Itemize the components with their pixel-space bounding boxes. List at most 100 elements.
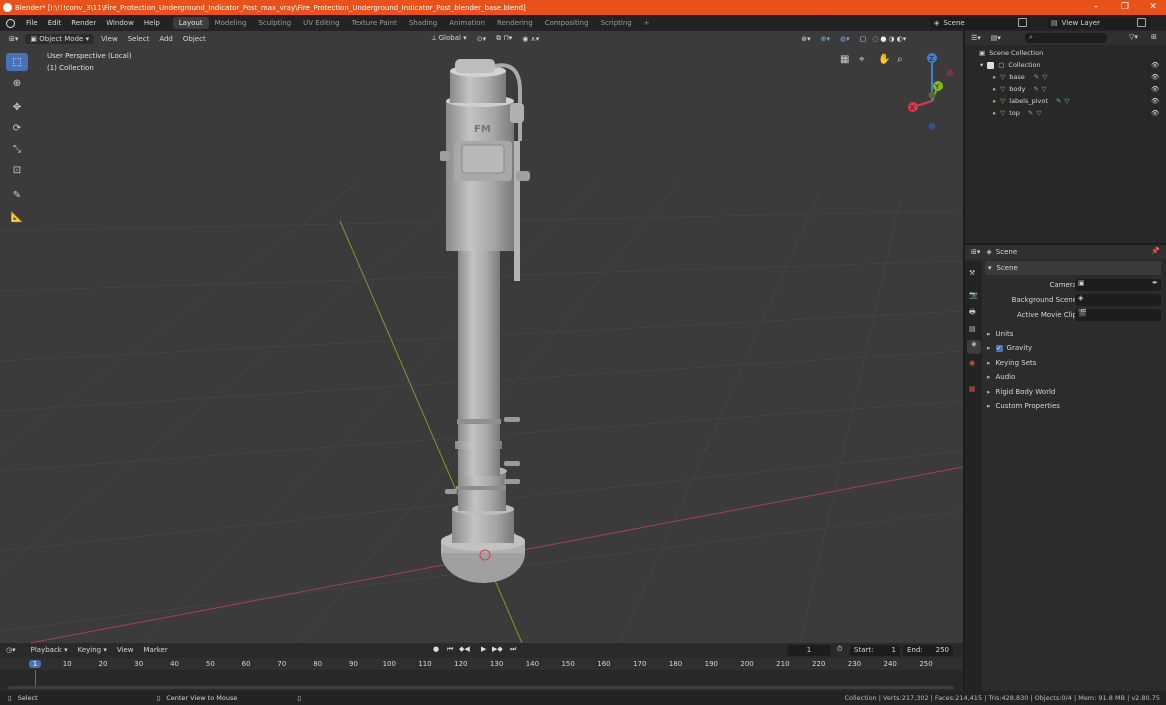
section-rigid-body-world[interactable]: ▸ Rigid Body World: [987, 385, 1157, 399]
shading-rendered-icon[interactable]: ◐▾: [896, 34, 908, 44]
shading-solid-icon[interactable]: ●: [879, 34, 887, 44]
menu-edit[interactable]: Edit: [43, 19, 67, 27]
tab-modeling[interactable]: Modeling: [209, 17, 253, 29]
outliner-object-row[interactable]: ▸ ▽ top ✎ ▽ 👁: [965, 107, 1166, 119]
scale-tool-icon[interactable]: ⤡: [6, 140, 28, 158]
render-tab-icon[interactable]: 📷: [969, 291, 978, 299]
expand-arrow-icon[interactable]: ▸: [993, 73, 996, 81]
tab-scripting[interactable]: Scripting: [595, 17, 638, 29]
timeline-ruler[interactable]: 1 10 20 30 40 50 60 70 80 90 100 110 120 130 140 150 160…: [0, 658, 963, 670]
next-keyframe-icon[interactable]: ▶◆: [492, 645, 503, 653]
timeline-track[interactable]: [0, 670, 963, 687]
prev-keyframe-icon[interactable]: ◆◀: [459, 645, 470, 653]
eyedropper-icon[interactable]: ✒: [1152, 279, 1158, 287]
gizmo-toggle-icon[interactable]: ⊕▾: [816, 34, 835, 44]
new-scene-icon[interactable]: [1018, 18, 1027, 27]
properties-type-icon[interactable]: ⊞▾: [971, 248, 980, 256]
xray-toggle-icon[interactable]: ▢: [855, 34, 872, 44]
rotate-tool-icon[interactable]: ⟳: [6, 119, 28, 137]
tab-rendering[interactable]: Rendering: [491, 17, 539, 29]
menu-window[interactable]: Window: [101, 19, 139, 27]
start-frame-field[interactable]: Start: 1: [850, 645, 900, 656]
tab-animation[interactable]: Animation: [443, 17, 491, 29]
visibility-eye-icon[interactable]: 👁: [1151, 109, 1159, 117]
movie-clip-field[interactable]: 🎬: [1075, 309, 1161, 321]
maximize-button[interactable]: ❐: [1110, 0, 1140, 15]
expand-arrow-icon[interactable]: ▸: [993, 85, 996, 93]
menu-playback[interactable]: Playback ▾: [26, 645, 73, 655]
outliner-object-row[interactable]: ▸ ▽ base ✎ ▽ 👁: [965, 71, 1166, 83]
expand-arrow-icon[interactable]: ▸: [993, 109, 996, 117]
visibility-eye-icon[interactable]: 👁: [1151, 73, 1159, 81]
menu-timeline-view[interactable]: View: [112, 645, 139, 655]
pan-hand-icon[interactable]: ✋: [878, 54, 890, 65]
collapse-arrow-icon[interactable]: ▾: [980, 61, 983, 69]
scene-selector[interactable]: ◈ Scene: [930, 17, 1030, 29]
outliner-collection-row[interactable]: ▾ ▢ Collection 👁: [965, 59, 1166, 71]
zoom-icon[interactable]: ⌕: [897, 54, 903, 65]
menu-keying[interactable]: Keying ▾: [73, 645, 112, 655]
jump-start-icon[interactable]: ⏮: [447, 645, 453, 654]
camera-field[interactable]: ▣ ✒: [1075, 279, 1161, 291]
tab-texture-paint[interactable]: Texture Paint: [346, 17, 403, 29]
outliner-type-icon[interactable]: ☰▾: [971, 34, 981, 42]
transform-tool-icon[interactable]: ⊡: [6, 161, 28, 179]
tab-uv-editing[interactable]: UV Editing: [297, 17, 346, 29]
outliner-search-input[interactable]: ⌕: [1025, 33, 1107, 43]
section-custom-properties[interactable]: ▸ Custom Properties: [987, 399, 1157, 413]
world-tab-icon[interactable]: ◉: [969, 359, 975, 367]
3d-viewport[interactable]: FM X Y Z ⊞▾ ▣ Object Mode ▾ View Select …: [0, 31, 963, 643]
visibility-eye-icon[interactable]: 👁: [1151, 61, 1159, 69]
section-gravity[interactable]: ▸ ✓ Gravity: [987, 341, 1157, 355]
tab-compositing[interactable]: Compositing: [539, 17, 595, 29]
outliner-object-row[interactable]: ▸ ▽ body ✎ ▽ 👁: [965, 83, 1166, 95]
proportional-edit-icon[interactable]: ◉ ∧▾: [517, 34, 544, 44]
camera-view-icon[interactable]: ⌖: [859, 54, 865, 65]
section-units[interactable]: ▸ Units: [987, 327, 1157, 341]
menu-render[interactable]: Render: [66, 19, 101, 27]
pivot-point-icon[interactable]: ⊙▾: [472, 34, 491, 44]
end-frame-field[interactable]: End: 250: [903, 645, 953, 656]
visibility-icon[interactable]: ⊛▾: [796, 34, 815, 44]
timeline-type-icon[interactable]: ◷▾: [6, 646, 16, 654]
move-tool-icon[interactable]: ✥: [6, 98, 28, 116]
display-mode-icon[interactable]: ▤▾: [991, 34, 1001, 42]
visibility-eye-icon[interactable]: 👁: [1151, 85, 1159, 93]
menu-help[interactable]: Help: [139, 19, 165, 27]
outliner-root-row[interactable]: ▣ Scene Collection: [965, 47, 1166, 59]
current-frame-field[interactable]: 1: [787, 645, 831, 656]
visibility-eye-icon[interactable]: 👁: [1151, 97, 1159, 105]
perspective-toggle-icon[interactable]: ▦: [840, 54, 849, 65]
blender-menu-icon[interactable]: [6, 18, 15, 28]
shading-wireframe-icon[interactable]: ◌: [871, 34, 879, 44]
pin-icon[interactable]: 📌: [1151, 247, 1160, 255]
menu-marker[interactable]: Marker: [139, 645, 173, 655]
mode-dropdown[interactable]: ▣ Object Mode ▾: [25, 33, 95, 44]
close-button[interactable]: ✕: [1138, 0, 1166, 15]
jump-end-icon[interactable]: ⏭: [510, 645, 516, 654]
annotate-tool-icon[interactable]: ✎: [6, 186, 28, 204]
section-keying-sets[interactable]: ▸ Keying Sets: [987, 356, 1157, 370]
tool-tab-icon[interactable]: ⚒: [969, 269, 975, 277]
minimize-button[interactable]: –: [1081, 0, 1111, 15]
cursor-tool-icon[interactable]: ⊕: [6, 74, 28, 92]
stopwatch-icon[interactable]: ⏱: [837, 645, 842, 654]
output-tab-icon[interactable]: 🖶: [969, 308, 976, 319]
new-view-layer-icon[interactable]: [1137, 18, 1146, 27]
select-box-tool-icon[interactable]: ⬚: [6, 53, 28, 71]
view-layer-tab-icon[interactable]: ▤: [969, 325, 976, 333]
texture-tab-icon[interactable]: ▦: [969, 385, 976, 393]
add-workspace-button[interactable]: +: [638, 17, 656, 29]
timeline-scrollbar[interactable]: [8, 686, 954, 689]
scene-tab-icon[interactable]: ◈: [967, 340, 981, 354]
gravity-checkbox[interactable]: ✓: [995, 344, 1003, 352]
menu-view[interactable]: View: [96, 34, 123, 44]
view-layer-selector[interactable]: ▤ View Layer: [1047, 17, 1151, 29]
menu-add[interactable]: Add: [154, 34, 178, 44]
measure-tool-icon[interactable]: 📐: [6, 208, 28, 226]
overlay-toggle-icon[interactable]: ◍▾: [835, 34, 855, 44]
tab-layout[interactable]: Layout: [172, 17, 209, 29]
play-icon[interactable]: ▶: [481, 645, 486, 653]
snap-icon[interactable]: ⧉ ⊓▾: [491, 33, 517, 44]
background-scene-field[interactable]: ◈: [1075, 294, 1161, 306]
